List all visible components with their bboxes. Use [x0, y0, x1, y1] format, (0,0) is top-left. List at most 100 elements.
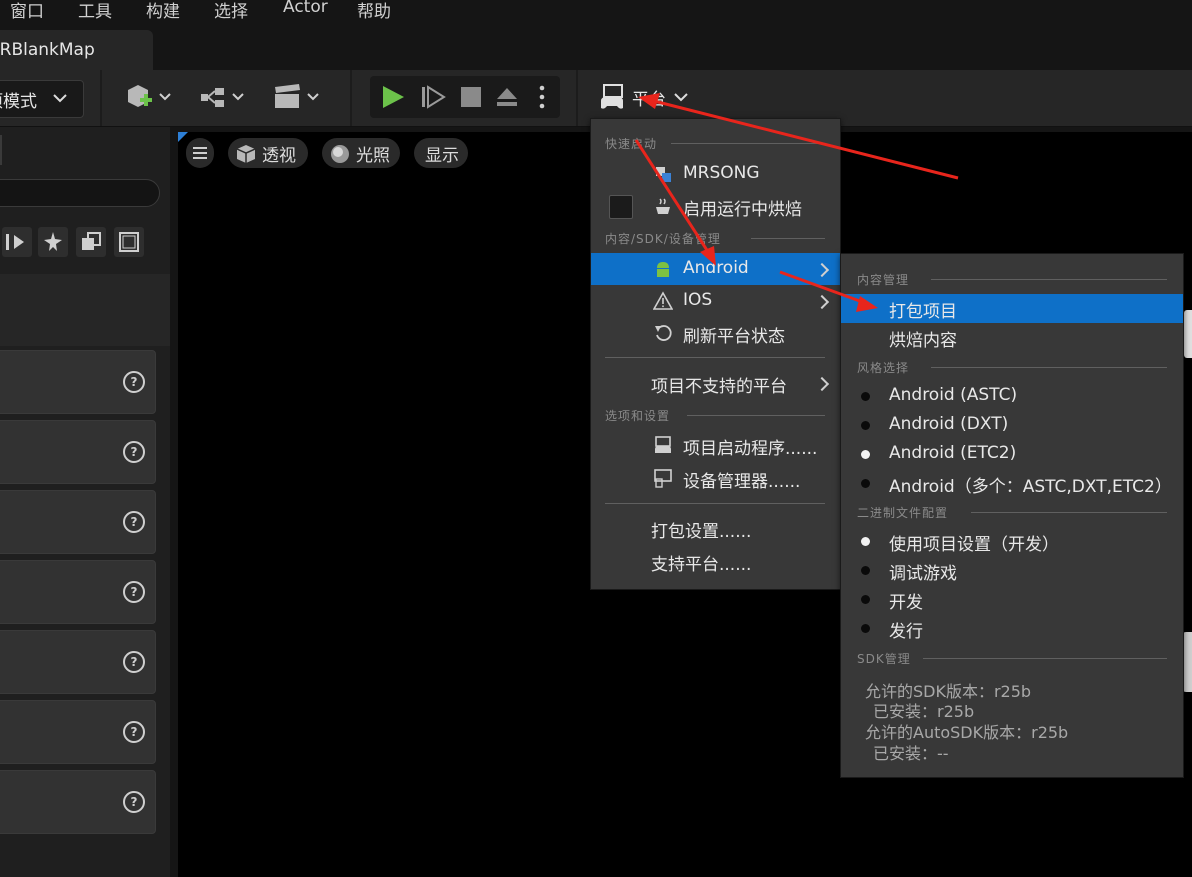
search-input[interactable]	[0, 179, 160, 207]
section-content-sdk: 内容/SDK/设备管理	[605, 232, 721, 246]
menu-build[interactable]: 构建	[146, 0, 180, 22]
menu-help[interactable]: 帮助	[357, 0, 391, 22]
section-options: 选项和设置	[605, 409, 671, 423]
section-divider	[931, 367, 1167, 368]
menu-item-android[interactable]: Android	[591, 253, 840, 285]
list-item[interactable]: ?	[0, 770, 156, 834]
list-item[interactable]: ?	[0, 630, 156, 694]
menu-item-ios[interactable]: IOS	[591, 286, 840, 316]
section-flavor: 风格选择	[857, 361, 910, 375]
device-manager-icon	[654, 469, 672, 488]
binary-config-label: 调试游戏	[889, 564, 957, 584]
section-divider	[923, 658, 1167, 659]
android-label: Android	[683, 258, 749, 278]
panel-tab[interactable]	[0, 135, 2, 165]
list-item[interactable]: ?	[0, 420, 156, 484]
help-icon[interactable]: ?	[123, 721, 145, 743]
perspective-button[interactable]: 透视	[228, 138, 308, 168]
platforms-button[interactable]: 平台	[596, 84, 696, 114]
list-item[interactable]: ?	[0, 560, 156, 624]
autosdk-installed-version: 已安装：--	[873, 744, 949, 763]
viewport-edge-object	[1184, 310, 1192, 358]
menu-item-refresh-status[interactable]: 刷新平台状态	[591, 318, 840, 348]
play-icon[interactable]	[380, 84, 406, 110]
refresh-label: 刷新平台状态	[683, 327, 785, 347]
section-sdk: SDK管理	[857, 652, 911, 666]
menu-tools[interactable]: 工具	[78, 0, 112, 22]
show-button[interactable]: 显示	[414, 138, 468, 168]
menu-actor[interactable]: Actor	[283, 0, 328, 17]
list-item[interactable]: ?	[0, 490, 156, 554]
menu-item-device[interactable]: MRSONG	[591, 159, 840, 189]
viewport-options-button[interactable]	[186, 138, 214, 168]
effects-icon[interactable]	[38, 227, 68, 257]
cook-on-fly-checkbox[interactable]	[609, 195, 633, 219]
section-divider	[971, 512, 1167, 513]
stop-icon[interactable]	[458, 84, 484, 110]
more-options-icon[interactable]	[536, 84, 548, 110]
menu-item-cook-content[interactable]: 烘焙内容	[841, 323, 1183, 352]
platforms-label: 平台	[632, 90, 666, 110]
flavor-option[interactable]: Android（多个：ASTC,DXT,ETC2）	[841, 469, 1183, 498]
all-classes-icon[interactable]	[114, 227, 144, 257]
menu-item-device-manager[interactable]: 设备管理器......	[591, 463, 840, 493]
device-name: MRSONG	[683, 163, 760, 183]
menu-select[interactable]: 选择	[214, 0, 248, 22]
flavor-label: Android (ASTC)	[889, 385, 1018, 405]
chevron-right-icon	[814, 294, 830, 310]
section-binary-config: 二进制文件配置	[857, 506, 949, 520]
chevron-down-icon	[53, 94, 67, 103]
binary-config-option[interactable]: 调试游戏	[841, 556, 1183, 585]
play-controls	[370, 76, 560, 118]
launcher-icon	[655, 436, 671, 453]
add-actor-icon[interactable]	[124, 82, 174, 112]
flavor-option[interactable]: Android (ASTC)	[841, 382, 1183, 411]
platforms-menu: 快速启动 MRSONG 启用运行中烘焙 内容/SDK/设备管理 Android …	[590, 118, 841, 590]
radio-indicator	[861, 421, 870, 430]
help-icon[interactable]: ?	[123, 371, 145, 393]
mode-label: 选项模式	[0, 92, 37, 112]
flavor-option[interactable]: Android (ETC2)	[841, 440, 1183, 469]
binary-config-option[interactable]: 发行	[841, 614, 1183, 643]
level-tab-title: ARBlankMap	[0, 40, 95, 60]
flavor-option[interactable]: Android (DXT)	[841, 411, 1183, 440]
chevron-down-icon	[674, 93, 688, 102]
help-icon[interactable]: ?	[123, 651, 145, 673]
menu-item-cook-on-fly[interactable]: 启用运行中烘焙	[591, 191, 840, 221]
binary-config-option[interactable]: 使用项目设置（开发）	[841, 527, 1183, 556]
section-divider	[751, 238, 825, 239]
list-item[interactable]: ?	[0, 700, 156, 764]
level-tab[interactable]: ARBlankMap	[0, 30, 153, 70]
lighting-label: 光照	[356, 146, 390, 166]
menu-item-project-launcher[interactable]: 项目启动程序......	[591, 430, 840, 460]
cinematics-icon[interactable]	[272, 82, 322, 112]
package-settings-label: 打包设置......	[651, 522, 752, 542]
menu-item-unsupported-platforms[interactable]: 项目不支持的平台	[591, 368, 840, 398]
help-icon[interactable]: ?	[123, 581, 145, 603]
mode-select-button[interactable]: 选项模式	[0, 80, 84, 118]
menu-item-supported-platforms[interactable]: 支持平台......	[591, 546, 840, 576]
menu-item-package-project[interactable]: 打包项目	[841, 294, 1183, 323]
blueprint-icon[interactable]	[199, 82, 249, 112]
binary-config-option[interactable]: 开发	[841, 585, 1183, 614]
help-icon[interactable]: ?	[123, 441, 145, 463]
supported-platforms-label: 支持平台......	[651, 555, 752, 575]
flavor-label: Android (ETC2)	[889, 443, 1017, 463]
step-forward-icon[interactable]	[420, 84, 446, 110]
volumes-icon[interactable]	[76, 227, 106, 257]
menu-window[interactable]: 窗口	[10, 0, 44, 22]
help-icon[interactable]: ?	[123, 791, 145, 813]
menu-item-package-settings[interactable]: 打包设置......	[591, 513, 840, 543]
section-divider	[931, 279, 1167, 280]
help-icon[interactable]: ?	[123, 511, 145, 533]
eject-icon[interactable]	[494, 84, 520, 110]
media-icon[interactable]	[2, 227, 32, 257]
android-submenu: 内容管理 打包项目 烘焙内容 风格选择 Android (ASTC) Andro…	[840, 253, 1184, 778]
list-item[interactable]: ?	[0, 350, 156, 414]
lit-sphere-icon	[331, 145, 349, 163]
section-divider	[671, 143, 825, 144]
android-icon	[657, 262, 669, 277]
radio-indicator	[861, 479, 870, 488]
cook-content-label: 烘焙内容	[889, 331, 957, 351]
lighting-button[interactable]: 光照	[322, 138, 400, 168]
